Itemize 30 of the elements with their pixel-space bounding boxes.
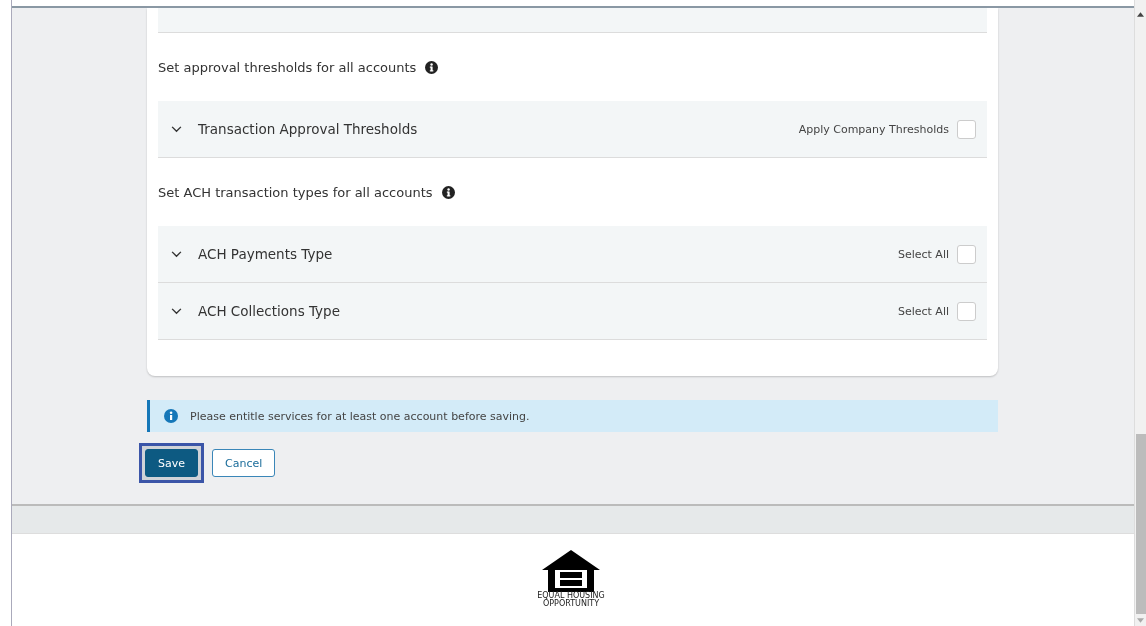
option-label: Select All	[897, 247, 949, 261]
section-heading: Set approval thresholds for all accounts	[158, 59, 417, 75]
accordion-row[interactable]: ACH Payments Type Select All	[158, 226, 987, 283]
scroll-down-icon[interactable]	[1137, 618, 1144, 623]
scroll-up-icon[interactable]	[1137, 12, 1144, 17]
accordion-row[interactable]: Transaction Approval Thresholds Apply Company Thresholds	[158, 101, 987, 158]
section-heading: Set ACH transaction types for all accounts	[158, 184, 433, 200]
save-button[interactable]: Save	[145, 449, 198, 477]
checkbox[interactable]	[957, 301, 976, 321]
info-icon	[425, 60, 439, 74]
accordion-row[interactable]	[158, 8, 987, 33]
row-label: Transaction Approval Thresholds	[198, 121, 418, 137]
accordion-row[interactable]: ACH Collections Type Select All	[158, 283, 987, 340]
row-label: ACH Payments Type	[198, 246, 333, 262]
option-label: Select All	[897, 304, 949, 318]
alert-message: Please entitle services for at least one account before saving.	[190, 409, 530, 423]
logo-caption: OPPORTUNITY	[542, 600, 600, 608]
chevron-down-icon	[171, 307, 182, 315]
option-label: Apply Company Thresholds	[798, 122, 949, 136]
checkbox[interactable]	[957, 119, 976, 139]
logo-caption: EQUAL HOUSING	[537, 592, 605, 600]
house-icon	[542, 550, 600, 592]
info-icon	[164, 409, 178, 423]
cancel-button[interactable]: Cancel	[212, 449, 276, 477]
chevron-down-icon	[171, 250, 182, 258]
checkbox[interactable]	[957, 244, 976, 264]
row-label: ACH Collections Type	[198, 303, 340, 319]
scrollbar-thumb[interactable]	[1135, 434, 1146, 614]
chevron-down-icon	[171, 125, 182, 133]
info-icon	[441, 185, 455, 199]
